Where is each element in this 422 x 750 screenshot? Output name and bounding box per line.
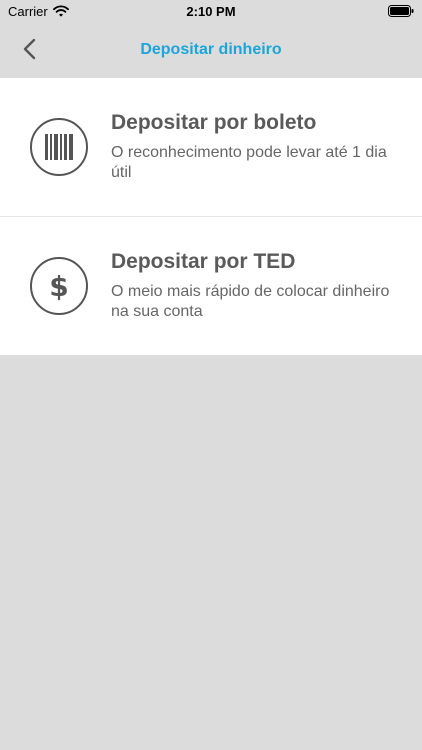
option-text: Depositar por TED O meio mais rápido de … [111,250,406,322]
option-description: O reconhecimento pode levar até 1 dia út… [111,144,387,181]
navigation-bar: Depositar dinheiro [0,22,422,77]
option-ted[interactable]: $ Depositar por TED O meio mais rápido d… [0,216,422,355]
page-title: Depositar dinheiro [140,41,282,58]
carrier-label: Carrier [8,3,48,19]
option-text: Depositar por boleto O reconhecimento po… [111,111,406,183]
deposit-options-list: Depositar por boleto O reconhecimento po… [0,78,422,355]
option-description: O meio mais rápido de colocar dinheiro n… [111,283,390,320]
option-icon-circle: $ [30,257,88,315]
barcode-icon [45,134,73,160]
battery-icon [388,5,414,17]
carrier-group: Carrier [8,4,69,19]
status-bar: Carrier 2:10 PM [0,0,422,22]
option-title: Depositar por boleto [111,111,317,134]
option-boleto[interactable]: Depositar por boleto O reconhecimento po… [0,78,422,216]
option-title: Depositar por TED [111,250,296,273]
wifi-icon [52,5,69,17]
option-icon-circle [30,118,88,176]
dollar-icon: $ [49,269,69,303]
